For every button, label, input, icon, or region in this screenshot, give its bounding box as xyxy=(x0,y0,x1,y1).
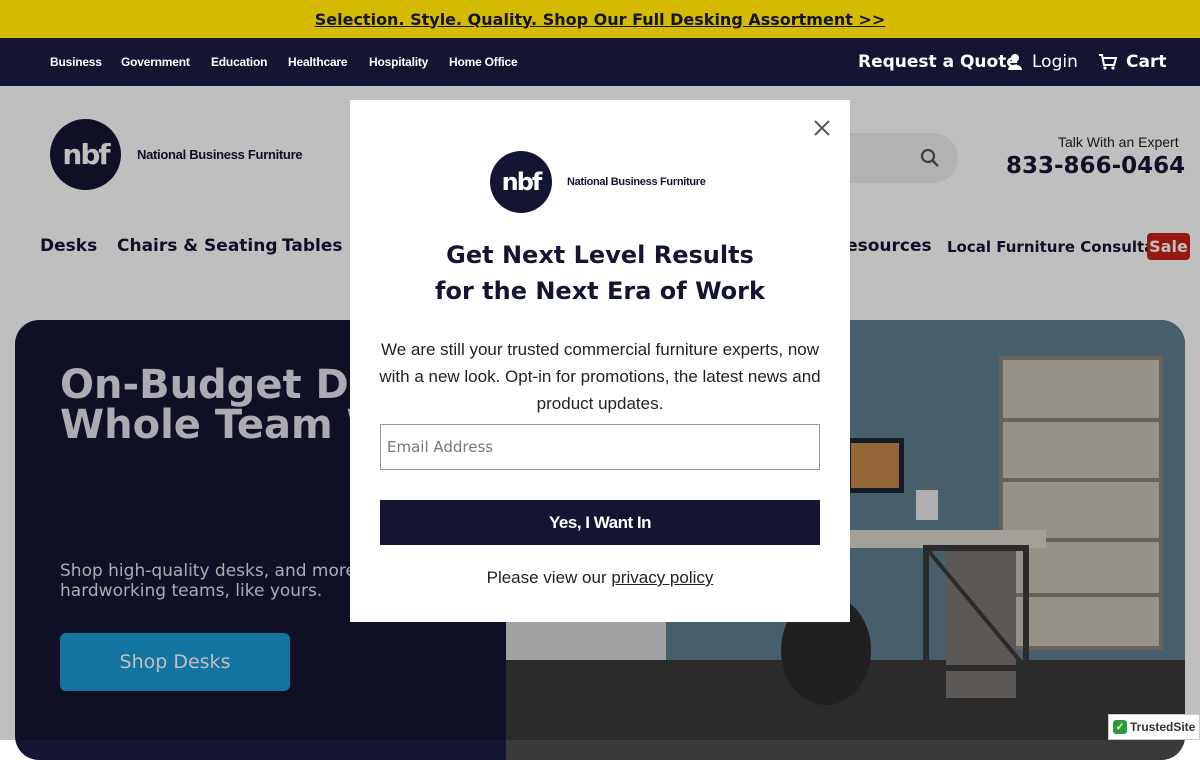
segment-education[interactable]: Education xyxy=(211,55,267,69)
modal-title: Get Next Level Results for the Next Era … xyxy=(350,237,850,309)
segment-hospitality[interactable]: Hospitality xyxy=(369,55,428,69)
cart-icon xyxy=(1099,54,1117,70)
segment-business[interactable]: Business xyxy=(50,55,102,69)
promo-bar: Selection. Style. Quality. Shop Our Full… xyxy=(0,0,1200,38)
cart-label: Cart xyxy=(1126,52,1167,72)
segment-healthcare[interactable]: Healthcare xyxy=(288,55,348,69)
trustedsite-label: TrustedSite xyxy=(1130,720,1196,734)
modal-title-line2: for the Next Era of Work xyxy=(435,277,765,305)
login-label: Login xyxy=(1032,52,1078,72)
request-quote-link[interactable]: Request a Quote xyxy=(858,52,1018,72)
close-icon[interactable] xyxy=(812,118,832,138)
submit-button[interactable]: Yes, I Want In xyxy=(380,500,820,545)
cart-link[interactable]: Cart xyxy=(1099,52,1166,72)
top-nav: Business Government Education Healthcare… xyxy=(0,38,1200,86)
modal-title-line1: Get Next Level Results xyxy=(446,241,754,269)
check-icon: ✓ xyxy=(1113,720,1127,734)
modal-logo-text: National Business Furniture xyxy=(567,176,706,188)
trustedsite-badge[interactable]: ✓ TrustedSite xyxy=(1108,714,1200,740)
promo-link[interactable]: Selection. Style. Quality. Shop Our Full… xyxy=(315,10,886,29)
privacy-policy-link[interactable]: privacy policy xyxy=(611,568,713,587)
login-link[interactable]: Login xyxy=(1008,52,1078,72)
modal-logo-mark: nbf xyxy=(490,151,552,213)
segment-government[interactable]: Government xyxy=(121,55,190,69)
policy-prefix: Please view our xyxy=(486,568,612,587)
signup-modal: nbf National Business Furniture Get Next… xyxy=(350,100,850,622)
modal-body-text: We are still your trusted commercial fur… xyxy=(379,340,821,413)
email-field[interactable] xyxy=(380,424,820,470)
policy-text: Please view our privacy policy xyxy=(350,568,850,588)
segment-home-office[interactable]: Home Office xyxy=(449,55,518,69)
user-icon xyxy=(1008,54,1022,70)
